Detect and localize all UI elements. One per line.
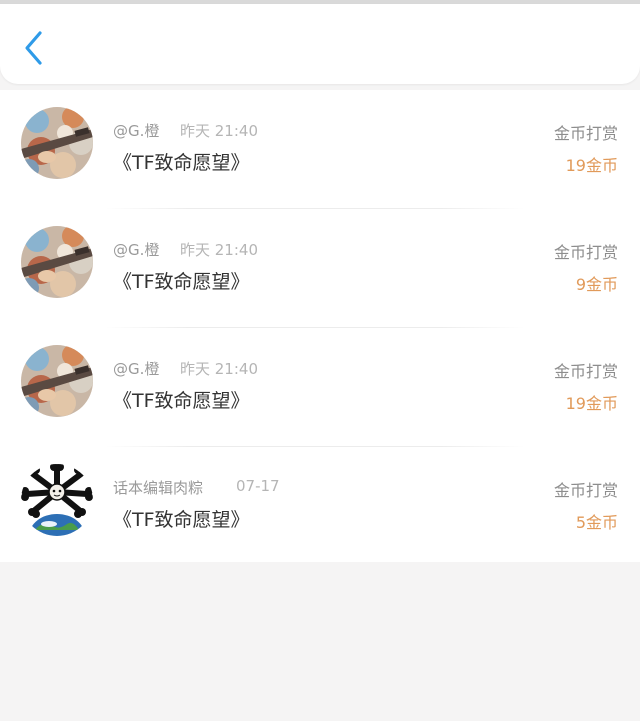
back-button[interactable]	[14, 28, 54, 68]
user-avatar[interactable]	[21, 464, 93, 536]
chevron-left-icon	[25, 31, 42, 65]
timestamp: 07-17	[236, 477, 280, 495]
reward-row[interactable]: @G.橙 昨天 21:40 《TF致命愿望》 金币打赏 19金币	[0, 328, 640, 447]
reward-amount: 5金币	[575, 513, 618, 532]
timestamp: 昨天 21:40	[180, 360, 258, 378]
work-title[interactable]: 《TF致命愿望》	[113, 267, 250, 294]
work-title[interactable]: 《TF致命愿望》	[113, 148, 250, 175]
action-label: 金币打赏	[553, 362, 618, 381]
work-title[interactable]: 《TF致命愿望》	[113, 505, 250, 532]
user-avatar[interactable]	[21, 107, 93, 179]
bone-earth-avatar	[21, 464, 93, 536]
action-label: 金币打赏	[553, 481, 618, 500]
reward-row[interactable]: @G.橙 昨天 21:40 《TF致命愿望》 金币打赏 9金币	[0, 209, 640, 328]
top-bar	[0, 4, 640, 84]
user-avatar[interactable]	[21, 345, 93, 417]
reward-list: @G.橙 昨天 21:40 《TF致命愿望》 金币打赏 19金币 @G.橙 昨天…	[0, 90, 640, 562]
timestamp: 昨天 21:40	[180, 122, 258, 140]
user-avatar[interactable]	[21, 226, 93, 298]
reward-row[interactable]: @G.橙 昨天 21:40 《TF致命愿望》 金币打赏 19金币	[0, 90, 640, 209]
reward-amount: 9金币	[575, 275, 618, 294]
username[interactable]: @G.橙	[113, 120, 159, 141]
username[interactable]: @G.橙	[113, 239, 159, 260]
reward-row[interactable]: 话本编辑肉粽 07-17 《TF致命愿望》 金币打赏 5金币	[0, 447, 640, 566]
action-label: 金币打赏	[553, 124, 618, 143]
guitar-photo-avatar	[21, 226, 93, 298]
guitar-photo-avatar	[21, 345, 93, 417]
username[interactable]: @G.橙	[113, 358, 159, 379]
reward-amount: 19金币	[565, 394, 618, 413]
guitar-photo-avatar	[21, 107, 93, 179]
reward-amount: 19金币	[565, 156, 618, 175]
username[interactable]: 话本编辑肉粽	[113, 477, 203, 498]
action-label: 金币打赏	[553, 243, 618, 262]
work-title[interactable]: 《TF致命愿望》	[113, 386, 250, 413]
timestamp: 昨天 21:40	[180, 241, 258, 259]
